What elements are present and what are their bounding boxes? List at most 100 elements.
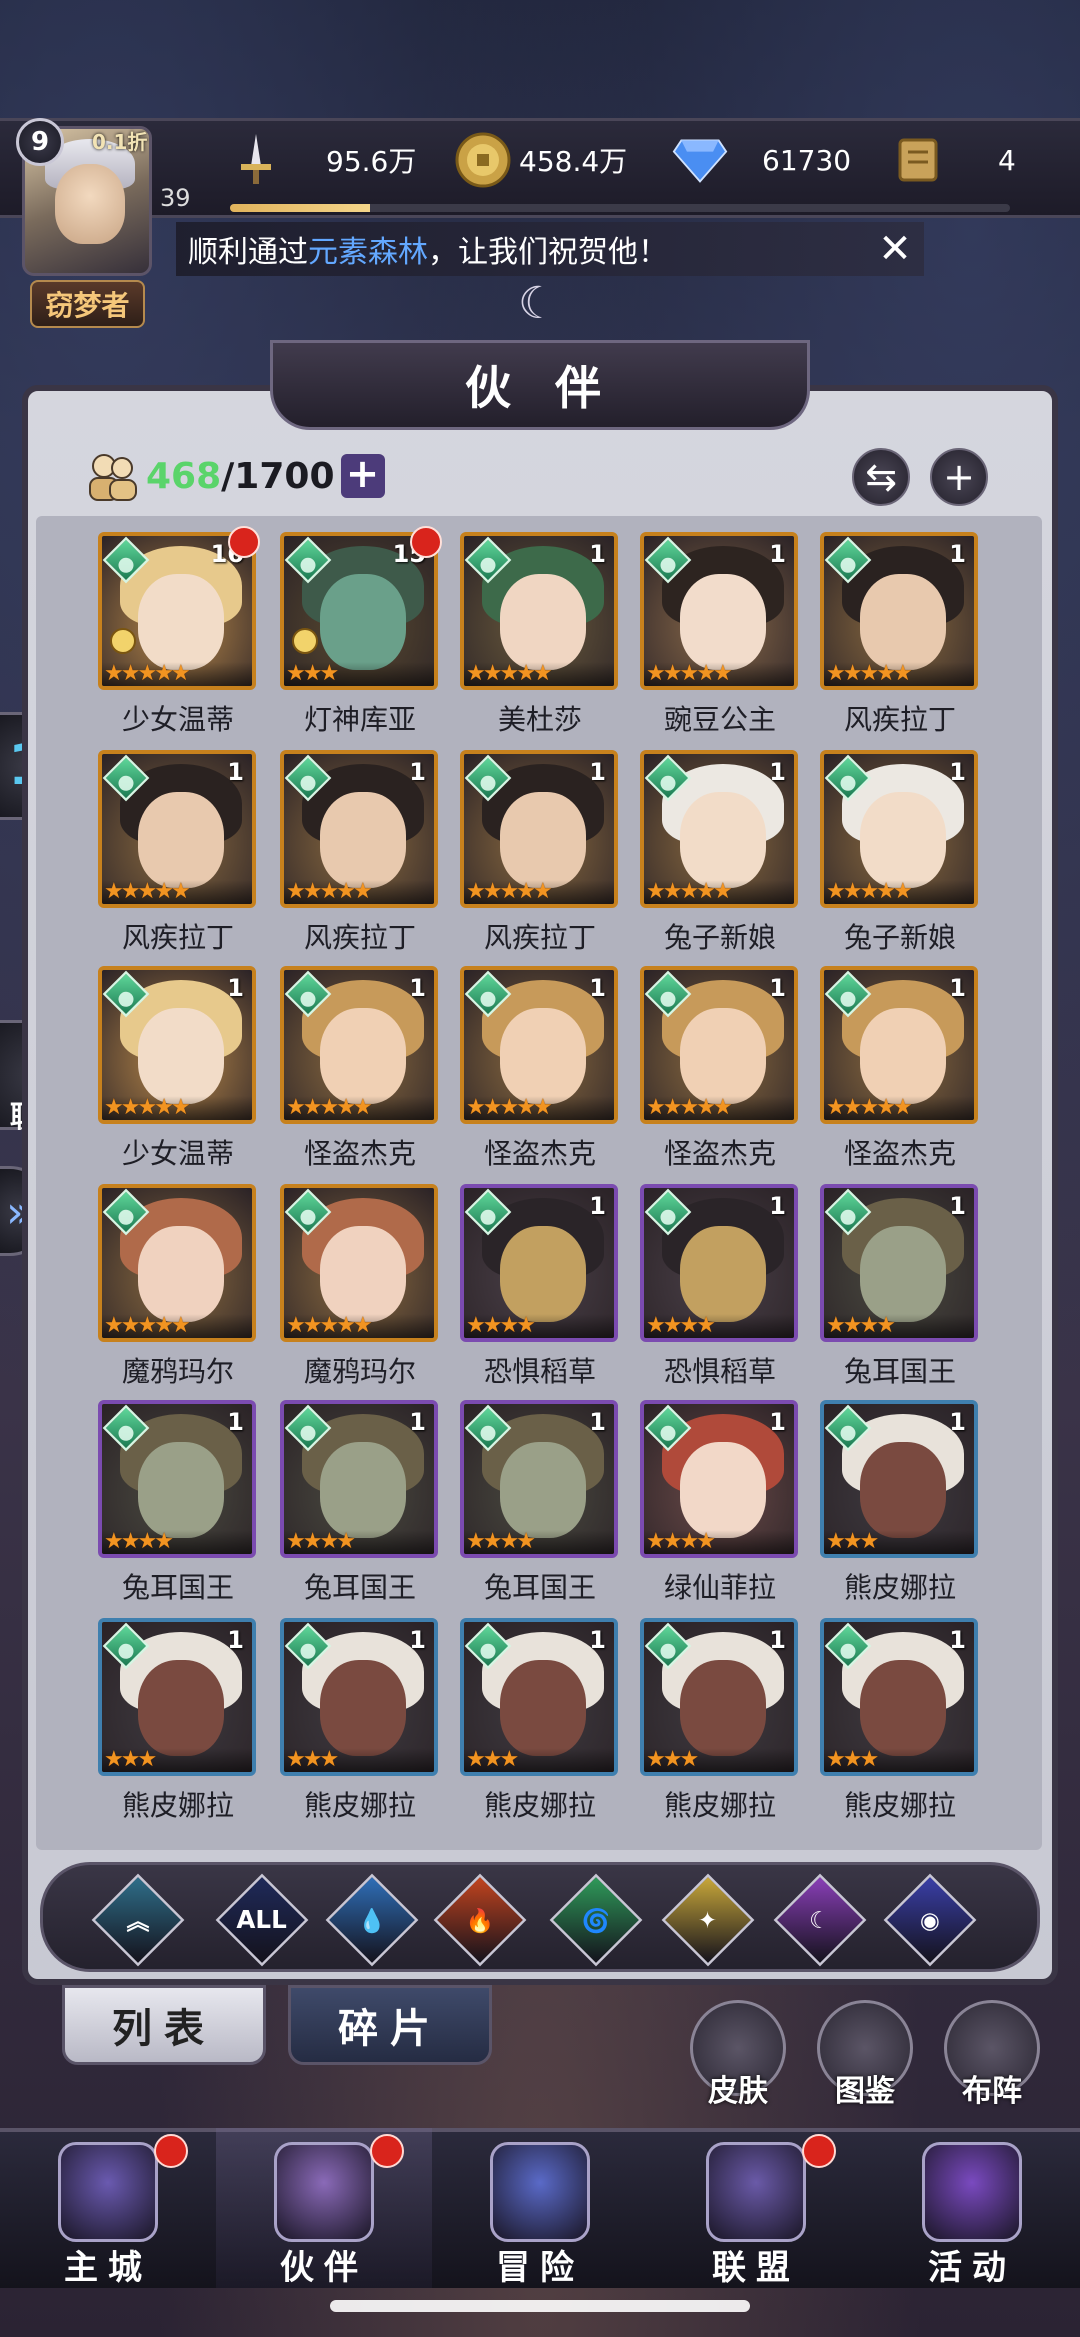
hero-level: 1 <box>949 758 966 786</box>
hero-portrait[interactable]: 1 ★★★★★ <box>640 966 798 1124</box>
hero-portrait[interactable]: 1 ★★★★★ <box>820 966 978 1124</box>
hero-portrait[interactable]: 1 ★★★★★ <box>460 532 618 690</box>
hero-portrait[interactable]: 1 ★★★★ <box>280 1400 438 1558</box>
resource-scroll[interactable]: 4 <box>890 130 1016 190</box>
resource-diamond[interactable]: 61730 <box>672 130 851 190</box>
element-dot <box>115 988 137 1010</box>
element-dot <box>657 772 679 794</box>
hero-portrait[interactable]: ★★★★★ <box>98 1184 256 1342</box>
portrait-face <box>138 1008 224 1104</box>
hero-level: 1 <box>769 1192 786 1220</box>
hero-card[interactable]: 1 ★★★ 熊皮娜拉 <box>460 1618 620 1822</box>
hero-portrait[interactable]: 1 ★★★ <box>280 1618 438 1776</box>
hero-portrait[interactable]: 1 ★★★ <box>640 1618 798 1776</box>
hero-card[interactable]: 1 ★★★★★ 豌豆公主 <box>640 532 800 736</box>
codex-button[interactable]: 图鉴 <box>815 2000 915 2110</box>
hero-card[interactable]: 1 ★★★★ 恐惧稻草 <box>460 1184 620 1388</box>
hero-portrait[interactable]: 15 ★★★ <box>280 532 438 690</box>
hero-portrait[interactable]: ★★★★★ <box>280 1184 438 1342</box>
resource-sword[interactable]: 95.6万 <box>228 130 416 190</box>
hero-card[interactable]: 1 ★★★★★ 美杜莎 <box>460 532 620 736</box>
hero-card[interactable]: 1 ★★★★ 兔耳国王 <box>98 1400 258 1604</box>
hero-portrait[interactable]: 1 ★★★★ <box>98 1400 256 1558</box>
swap-button[interactable]: ⇆ <box>852 448 910 506</box>
portrait-face <box>500 1008 586 1104</box>
notification-dot <box>410 526 442 558</box>
hero-portrait[interactable]: 1 ★★★★★ <box>820 532 978 690</box>
nav-adventure[interactable]: 冒险 <box>432 2128 648 2288</box>
nav-alliance[interactable]: 联盟 <box>648 2128 864 2288</box>
player-avatar-area[interactable]: 9 0.1折 窃梦者 <box>12 118 172 348</box>
hero-card[interactable]: 1 ★★★ 熊皮娜拉 <box>280 1618 440 1822</box>
add-button[interactable]: + <box>930 448 988 506</box>
hero-portrait[interactable]: 1 ★★★ <box>820 1618 978 1776</box>
hero-portrait[interactable]: 1 ★★★★★ <box>460 750 618 908</box>
hero-portrait[interactable]: 1 ★★★★★ <box>98 966 256 1124</box>
hero-name: 怪盗杰克 <box>843 1137 956 1170</box>
home-indicator[interactable] <box>330 2300 750 2312</box>
hero-card[interactable]: 1 ★★★ 熊皮娜拉 <box>820 1618 980 1822</box>
skin-button[interactable]: 皮肤 <box>688 2000 788 2110</box>
hero-card[interactable]: 1 ★★★★★ 怪盗杰克 <box>280 966 440 1170</box>
hero-portrait[interactable]: 16 ★★★★★ <box>98 532 256 690</box>
hero-portrait[interactable]: 1 ★★★★★ <box>280 750 438 908</box>
hero-card[interactable]: 1 ★★★★★ 怪盗杰克 <box>640 966 800 1170</box>
hero-portrait[interactable]: 1 ★★★★★ <box>640 532 798 690</box>
hero-portrait[interactable]: 1 ★★★★ <box>820 1184 978 1342</box>
player-title-badge[interactable]: 窃梦者 <box>30 280 145 328</box>
formation-button[interactable]: 布阵 <box>942 2000 1042 2110</box>
tab-shards[interactable]: 碎片 <box>288 1985 492 2065</box>
hero-card[interactable]: 1 ★★★ 熊皮娜拉 <box>820 1400 980 1604</box>
star-icon: ★ <box>482 1529 503 1554</box>
hero-portrait[interactable]: 1 ★★★★ <box>640 1184 798 1342</box>
star-icon: ★ <box>499 1747 519 1772</box>
hero-portrait[interactable]: 1 ★★★ <box>460 1618 618 1776</box>
close-icon[interactable]: ✕ <box>872 226 918 272</box>
hero-portrait[interactable]: 1 ★★★★ <box>460 1184 618 1342</box>
hero-card[interactable]: 1 ★★★ 熊皮娜拉 <box>98 1618 258 1822</box>
nav-main-city[interactable]: 主城 <box>0 2128 216 2288</box>
nav-label: 联盟 <box>712 2248 800 2288</box>
hero-portrait[interactable]: 1 ★★★★★ <box>820 750 978 908</box>
tab-list[interactable]: 列表 <box>62 1985 266 2065</box>
hero-portrait[interactable]: 1 ★★★★ <box>460 1400 618 1558</box>
hero-card[interactable]: 16 ★★★★★ 少女温蒂 <box>98 526 260 736</box>
hero-portrait[interactable]: 1 ★★★★★ <box>640 750 798 908</box>
star-icon: ★ <box>662 879 683 904</box>
hero-card[interactable]: 1 ★★★★★ 兔子新娘 <box>640 750 800 954</box>
hero-card[interactable]: 1 ★★★★ 绿仙菲拉 <box>640 1400 800 1604</box>
hero-card[interactable]: 1 ★★★★★ 风疾拉丁 <box>280 750 440 954</box>
expand-capacity-button[interactable]: + <box>340 454 385 498</box>
hero-card[interactable]: 1 ★★★★★ 怪盗杰克 <box>460 966 620 1170</box>
hero-card[interactable]: 1 ★★★★★ 兔子新娘 <box>820 750 980 954</box>
hero-card[interactable]: 1 ★★★★ 恐惧稻草 <box>640 1184 800 1388</box>
portrait-face <box>138 574 224 670</box>
star-icon: ★ <box>466 1529 486 1554</box>
hero-card[interactable]: 15 ★★★ 灯神库亚 <box>280 526 442 736</box>
element-dot <box>115 554 137 576</box>
hero-portrait[interactable]: 1 ★★★★★ <box>280 966 438 1124</box>
hero-card[interactable]: 1 ★★★★ 兔耳国王 <box>820 1184 980 1388</box>
nav-events[interactable]: 活动 <box>864 2128 1080 2288</box>
hero-card[interactable]: ★★★★★ 魔鸦玛尔 <box>98 1184 258 1388</box>
hero-portrait[interactable]: 1 ★★★ <box>98 1618 256 1776</box>
hero-portrait[interactable]: 1 ★★★ <box>820 1400 978 1558</box>
hero-portrait[interactable]: 1 ★★★★★ <box>98 750 256 908</box>
hero-card[interactable]: 1 ★★★★★ 风疾拉丁 <box>460 750 620 954</box>
nav-partners[interactable]: 伙伴 <box>216 2128 432 2288</box>
hero-card[interactable]: 1 ★★★★★ 风疾拉丁 <box>98 750 258 954</box>
resource-gold[interactable]: 458.4万 <box>455 130 627 190</box>
hero-card[interactable]: 1 ★★★★ 兔耳国王 <box>460 1400 620 1604</box>
hero-card[interactable]: 1 ★★★★★ 少女温蒂 <box>98 966 258 1170</box>
notice-highlight[interactable]: 元素森林 <box>308 227 428 271</box>
hero-card[interactable]: 1 ★★★★★ 怪盗杰克 <box>820 966 980 1170</box>
hero-card[interactable]: 1 ★★★ 熊皮娜拉 <box>640 1618 800 1822</box>
hero-portrait[interactable]: 1 ★★★★ <box>640 1400 798 1558</box>
hero-portrait[interactable]: 1 ★★★★★ <box>460 966 618 1124</box>
hero-card[interactable]: 1 ★★★★★ 风疾拉丁 <box>820 532 980 736</box>
element-dot <box>297 772 319 794</box>
star-icon: ★ <box>319 1529 339 1554</box>
hero-card[interactable]: ★★★★★ 魔鸦玛尔 <box>280 1184 440 1388</box>
hero-card[interactable]: 1 ★★★★ 兔耳国王 <box>280 1400 440 1604</box>
nav-label: 冒险 <box>496 2248 584 2288</box>
